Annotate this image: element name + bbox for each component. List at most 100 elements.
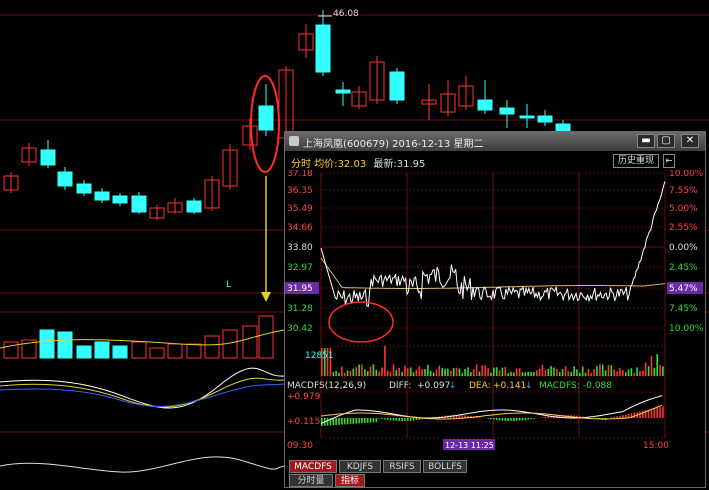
macd-bar (504, 418, 507, 421)
volume-bar (644, 362, 647, 376)
history-replay-button[interactable]: 历史重现 (613, 154, 659, 168)
volume-bar (561, 369, 564, 376)
kline-volume-bar (186, 343, 202, 359)
window-titlebar[interactable]: 上海凤凰(600679) 2016-12-13 星期二 ▬ ▢ ✕ (285, 132, 705, 151)
macd-bar (372, 418, 375, 423)
macd-bar (513, 418, 515, 421)
macd-dea-line (320, 404, 663, 420)
volume-bar (630, 368, 633, 376)
volume-bar (538, 368, 541, 376)
macdfs-value: -0.088 (583, 381, 612, 391)
volume-bar (541, 365, 544, 376)
tab-bollfs[interactable]: BOLLFS (423, 460, 467, 473)
volume-bar (435, 369, 438, 376)
macd-bar (518, 418, 521, 421)
volume-bar (556, 368, 558, 376)
kline-volume-bar (204, 335, 220, 359)
kline-candle (315, 24, 331, 73)
kline-volume-bar (149, 347, 165, 359)
macd-bar (624, 414, 627, 418)
macd-bar (335, 418, 337, 425)
volume-bar (579, 373, 581, 376)
volume-bar (398, 368, 400, 376)
macd-bar (355, 418, 357, 424)
latest-price-label: 最新: (373, 159, 397, 170)
macd-bar (404, 418, 406, 421)
pct-label-0: 10.00% (669, 170, 704, 179)
macd-bar (341, 418, 343, 425)
tab-fenshi-volume[interactable]: 分时量 (289, 474, 333, 487)
avg-price-value: 32.03 (337, 159, 367, 170)
macd-bar (541, 417, 544, 419)
macd-bar (361, 418, 363, 424)
volume-bar (429, 370, 432, 376)
volume-bar (358, 364, 360, 376)
volume-bar (659, 364, 661, 376)
macd-bar (613, 416, 615, 418)
kline-volume-bar (76, 345, 92, 359)
volume-bar (576, 369, 578, 376)
tab-kdjfs[interactable]: KDJFS (339, 460, 381, 473)
time-start-label: 09:30 (287, 441, 313, 450)
macd-bar (375, 418, 378, 423)
tab-rsifs[interactable]: RSIFS (383, 460, 421, 473)
volume-bar (515, 368, 518, 376)
volume-bar (567, 371, 570, 376)
macd-bar (653, 408, 656, 418)
current-pct-label: 5.47% (669, 284, 698, 294)
volume-bar (647, 366, 650, 376)
volume-bar (352, 368, 355, 376)
volume-bar (335, 371, 337, 376)
macd-diff-line (320, 395, 663, 425)
volume-bar (364, 369, 366, 376)
macd-bar (478, 417, 481, 419)
yellow-arrow-head-icon (261, 292, 271, 302)
volume-bar (498, 370, 501, 376)
volume-bar (524, 372, 527, 376)
macd-bar (321, 418, 323, 426)
volume-bar (584, 372, 587, 376)
close-button[interactable]: ✕ (681, 134, 699, 148)
volume-bar (372, 364, 375, 376)
volume-bar (432, 372, 435, 376)
volume-bars (321, 346, 664, 376)
volume-bar (493, 367, 495, 376)
volume-bar (438, 365, 441, 376)
maximize-button[interactable]: ▢ (657, 134, 675, 148)
tab-macdfs[interactable]: MACDFS (289, 460, 337, 473)
volume-bar (461, 373, 464, 376)
pct-label-8: 10.00% (669, 324, 704, 334)
macd-bar (659, 407, 661, 418)
volume-bar (484, 365, 486, 376)
volume-bar (421, 369, 423, 376)
volume-bar (573, 366, 575, 376)
volume-bar (521, 372, 524, 376)
macd-bar (642, 410, 644, 418)
macd-bar (524, 418, 527, 420)
kline-lower-indicator (0, 456, 285, 473)
volume-bar (384, 346, 386, 376)
volume-bar (478, 371, 481, 376)
macd-bar (401, 418, 403, 421)
volume-bar (418, 366, 421, 376)
macd-bar (544, 416, 547, 419)
volume-bar (341, 366, 343, 376)
macd-bar (633, 412, 636, 418)
kline-candle (537, 115, 553, 123)
minimize-button[interactable]: ▬ (637, 134, 655, 148)
pct-label-2: 5.00% (669, 204, 698, 214)
kline-annotations (0, 15, 332, 473)
volume-bar (639, 370, 641, 376)
macd-bar (378, 418, 380, 419)
macd-bar (533, 418, 535, 419)
volume-bar (619, 367, 621, 376)
dea-down-arrow-icon: ↓ (525, 381, 533, 391)
back-to-start-icon[interactable]: ⇤ (663, 154, 675, 168)
volume-bar (490, 372, 492, 376)
macd-bar (622, 415, 624, 418)
volume-bar (427, 365, 429, 376)
kline-candle (258, 105, 274, 131)
volume-bar (607, 364, 610, 376)
tab-indicator[interactable]: 指标 (335, 474, 365, 487)
macd-bar (364, 418, 366, 423)
